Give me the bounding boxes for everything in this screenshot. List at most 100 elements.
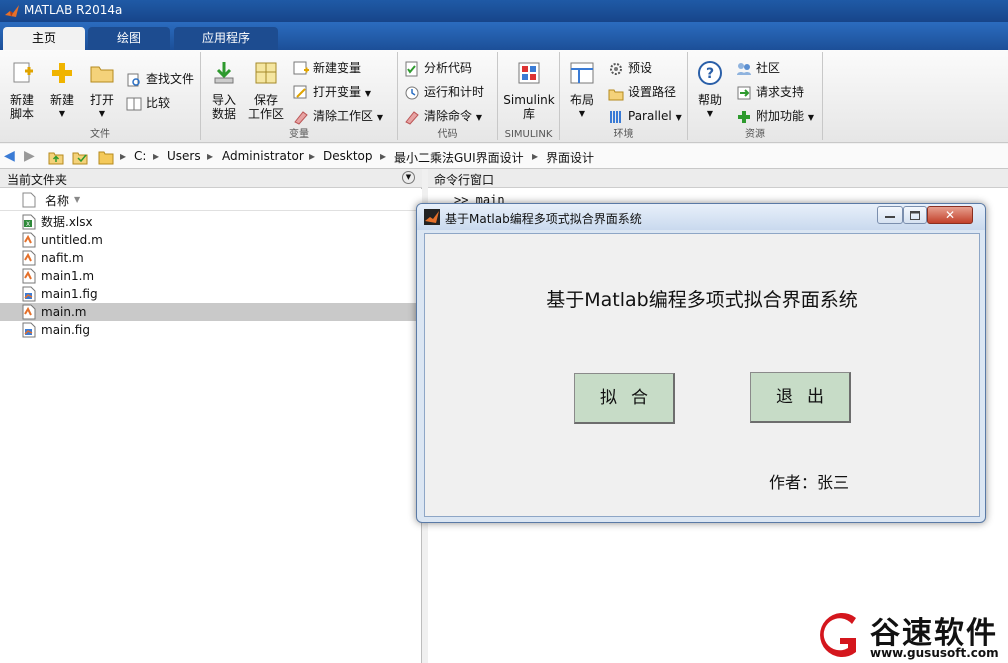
set-path-button[interactable]: 设置路径 (608, 82, 676, 102)
file-name: 数据.xlsx (41, 215, 93, 229)
watermark-logo (820, 613, 856, 657)
matlab-logo-icon (424, 209, 440, 225)
sort-down-icon: ▼ (74, 195, 81, 204)
help-icon: ? (698, 61, 722, 85)
panel-menu-icon[interactable]: ▼ (402, 171, 415, 184)
address-bar: ◀ ▶ ▸ C: ▸ Users ▸ Administrator ▸ Deskt… (0, 144, 1008, 169)
current-folder-header: 当前文件夹 ▼ (0, 169, 422, 188)
file-column-icon (22, 192, 36, 208)
current-folder-title: 当前文件夹 (7, 173, 68, 187)
new-script-button[interactable]: 新建 脚本 (4, 60, 40, 121)
crumb-users[interactable]: Users (167, 149, 201, 163)
crumb-project-folder[interactable]: 最小二乘法GUI界面设计 (394, 149, 524, 166)
tab-home[interactable]: 主页 (3, 27, 85, 50)
minimize-button[interactable] (877, 206, 903, 224)
chevron-down-icon: ▼ (675, 113, 682, 122)
set-path-icon (608, 89, 624, 100)
figure-window: 基于Matlab编程多项式拟合界面系统 ✕ 基于Matlab编程多项式拟合界面系… (416, 203, 986, 523)
preferences-label: 预设 (628, 61, 653, 75)
crumb-drive[interactable]: C: (134, 149, 146, 163)
window-title: MATLAB R2014a (24, 3, 123, 17)
group-file-label: 文件 (90, 129, 110, 140)
crumb-current-folder[interactable]: 界面设计 (546, 149, 594, 166)
file-row[interactable]: X 数据.xlsx (0, 213, 422, 231)
file-name: main1.fig (41, 287, 98, 301)
request-support-button[interactable]: 请求支持 (736, 82, 804, 102)
save-workspace-label: 保存 工作区 (247, 93, 284, 121)
command-window-title: 命令行窗口 (434, 173, 495, 187)
watermark-url: www.gususoft.com (870, 646, 999, 660)
excel-file-icon: X (22, 214, 36, 230)
open-variable-button[interactable]: 打开变量 ▼ (293, 82, 371, 102)
crumb-administrator[interactable]: Administrator (222, 149, 304, 163)
preferences-button[interactable]: 预设 (608, 58, 652, 78)
fit-button[interactable]: 拟合 (574, 373, 675, 424)
tab-apps[interactable]: 应用程序 (174, 27, 278, 50)
new-variable-icon (293, 61, 309, 74)
watermark: 谷速软件 www.gususoft.com (812, 606, 1008, 663)
import-data-button[interactable]: 导入 数据 (207, 60, 241, 121)
addons-button[interactable]: 附加功能 ▼ (736, 106, 814, 126)
new-variable-button[interactable]: 新建变量 (293, 58, 361, 78)
file-name: untitled.m (41, 233, 103, 247)
file-name: nafit.m (41, 251, 84, 265)
file-row[interactable]: untitled.m (0, 231, 422, 249)
save-workspace-button[interactable]: 保存 工作区 (247, 60, 285, 121)
group-environment: 布局 ▼ 预设 设置路径 Parallel ▼ 环境 (560, 52, 688, 140)
help-button[interactable]: ? 帮助 ▼ (694, 60, 726, 121)
layout-button[interactable]: 布局 ▼ (566, 60, 598, 121)
name-column-header[interactable]: 名称 (45, 192, 69, 209)
m-file-icon (22, 232, 36, 248)
file-row-selected[interactable]: main.m (0, 303, 422, 321)
analyze-code-icon (405, 61, 418, 76)
parallel-label: Parallel (628, 109, 672, 123)
fig-file-icon (22, 322, 36, 338)
find-files-button[interactable]: 查找文件 (126, 69, 194, 89)
open-variable-icon (293, 85, 307, 98)
file-name: main.m (41, 305, 87, 319)
new-button[interactable]: 新建 ▼ (46, 60, 78, 121)
run-time-icon (405, 86, 419, 99)
set-path-label: 设置路径 (628, 85, 677, 99)
file-row[interactable]: main.fig (0, 321, 422, 339)
crumb-separator: ▸ (380, 149, 387, 163)
forward-icon[interactable]: ▶ (24, 148, 35, 164)
chevron-down-icon: ▼ (364, 89, 371, 98)
find-files-icon (127, 73, 140, 86)
support-icon (737, 86, 751, 99)
layout-label: 布局 (569, 93, 594, 107)
tab-plots[interactable]: 绘图 (88, 27, 170, 50)
browse-folder-icon[interactable] (72, 149, 88, 165)
crumb-desktop[interactable]: Desktop (323, 149, 373, 163)
group-code: 分析代码 运行和计时 清除命令 ▼ 代码 (398, 52, 498, 140)
exit-button[interactable]: 退出 (750, 372, 851, 423)
file-row[interactable]: nafit.m (0, 249, 422, 267)
tab-strip: 主页 绘图 应用程序 (0, 22, 1008, 50)
request-support-label: 请求支持 (756, 85, 805, 99)
parallel-icon (610, 110, 621, 123)
open-button[interactable]: 打开 ▼ (86, 60, 118, 121)
compare-button[interactable]: 比较 (126, 93, 170, 113)
title-bar: MATLAB R2014a (0, 0, 1008, 22)
file-row[interactable]: main1.fig (0, 285, 422, 303)
svg-text:X: X (26, 221, 30, 228)
close-button[interactable]: ✕ (927, 206, 973, 224)
figure-title-bar: 基于Matlab编程多项式拟合界面系统 ✕ (417, 204, 985, 230)
community-button[interactable]: 社区 (736, 58, 780, 78)
m-file-icon (22, 304, 36, 320)
clear-workspace-label: 清除工作区 (313, 109, 374, 123)
simulink-library-button[interactable]: Simulink 库 (502, 60, 556, 121)
compare-icon (126, 97, 142, 110)
maximize-button[interactable] (903, 206, 927, 224)
run-and-time-button[interactable]: 运行和计时 (404, 82, 484, 102)
parallel-button[interactable]: Parallel ▼ (608, 106, 682, 126)
analyze-code-button[interactable]: 分析代码 (404, 58, 472, 78)
new-script-label: 新建 脚本 (9, 93, 34, 121)
file-row[interactable]: main1.m (0, 267, 422, 285)
clear-commands-button[interactable]: 清除命令 ▼ (404, 106, 482, 126)
chevron-down-icon: ▼ (98, 109, 106, 118)
back-icon[interactable]: ◀ (4, 148, 15, 164)
clear-workspace-button[interactable]: 清除工作区 ▼ (293, 106, 383, 126)
compare-label: 比较 (146, 96, 171, 110)
up-folder-icon[interactable] (48, 149, 64, 165)
